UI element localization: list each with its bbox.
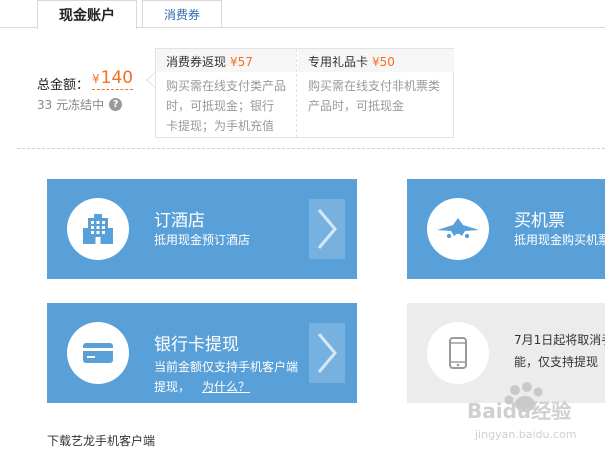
- currency-symbol: ¥: [92, 72, 100, 86]
- coupon-cashback-value: ¥57: [230, 55, 253, 69]
- gift-card-title: 专用礼品卡: [308, 55, 369, 69]
- desc-line: 购买需在线支付类产品: [166, 79, 287, 93]
- book-hotel-card[interactable]: 订酒店 抵用现金预订酒店: [47, 179, 357, 279]
- bank-card-subtitle: 当前金额仅支持手机客户端 提现， 为什么？: [154, 357, 298, 397]
- tab-cash-account[interactable]: 现金账户: [37, 0, 137, 29]
- mobile-phone-icon: [449, 337, 467, 369]
- total-amount-value[interactable]: ¥140: [92, 68, 134, 90]
- bank-icon-circle: [67, 322, 129, 384]
- frozen-amount-text: 33 元冻结中: [37, 98, 105, 112]
- airplane-icon: [437, 218, 479, 239]
- bank-card-line2-text: 提现，: [154, 380, 191, 394]
- hotel-card-title: 订酒店: [154, 211, 205, 231]
- desc-line: 产品时，可抵现金: [308, 99, 405, 113]
- coupon-cashback-desc: 购买需在线支付类产品 时，可抵现金；银行 卡提现；为手机充值: [156, 72, 296, 136]
- desc-line: 卡提现；为手机充值: [166, 119, 275, 133]
- bank-card-line1: 当前金额仅支持手机客户端: [154, 360, 299, 374]
- why-link[interactable]: 为什么？: [202, 380, 250, 394]
- coupon-cashback-panel: 消费券返现 ¥57 购买需在线支付类产品 时，可抵现金；银行 卡提现；为手机充值: [156, 49, 297, 137]
- desc-line: 购买需在线支付非机票类: [308, 79, 441, 93]
- hotel-card-subtitle: 抵用现金预订酒店: [154, 233, 251, 247]
- tab-coupons-label: 消费券: [163, 7, 200, 22]
- tab-coupons[interactable]: 消费券: [142, 0, 222, 28]
- bank-card-icon: [83, 343, 113, 363]
- hotel-building-icon: [83, 214, 113, 244]
- chevron-right-icon: [309, 199, 345, 259]
- coupon-cashback-header: 消费券返现 ¥57: [156, 49, 296, 72]
- flight-icon-circle: [427, 198, 489, 260]
- bank-withdraw-card[interactable]: 银行卡提现 当前金额仅支持手机客户端 提现， 为什么？: [47, 303, 357, 403]
- gift-card-panel: 专用礼品卡 ¥50 购买需在线支付非机票类 产品时，可抵现金: [298, 49, 454, 137]
- phone-recharge-card: 7月1日起将取消手 能，仅支持提现: [407, 303, 605, 403]
- coupon-cashback-title: 消费券返现: [166, 55, 227, 69]
- buy-flight-card[interactable]: 买机票 抵用现金购买机票: [407, 179, 605, 279]
- flight-card-title: 买机票: [514, 211, 565, 231]
- download-app-link[interactable]: 下载艺龙手机客户端: [47, 432, 155, 449]
- bank-card-title: 银行卡提现: [154, 335, 239, 355]
- frozen-amount: 33 元冻结中 ?: [37, 96, 123, 113]
- flight-card-subtitle: 抵用现金购买机票: [514, 233, 605, 247]
- hotel-icon-circle: [67, 198, 129, 260]
- balance-breakdown-box: 消费券返现 ¥57 购买需在线支付类产品 时，可抵现金；银行 卡提现；为手机充值 …: [155, 48, 454, 138]
- watermark-url: jingyan.baidu.com: [474, 428, 577, 441]
- phone-recharge-notice: 7月1日起将取消手 能，仅支持提现: [514, 329, 605, 373]
- section-divider: [17, 148, 605, 149]
- phone-notice-line2: 能，仅支持提现: [514, 355, 599, 369]
- amount-number: 140: [100, 68, 134, 88]
- help-icon[interactable]: ?: [109, 98, 123, 111]
- bank-card-line2: 提现， 为什么？: [154, 377, 298, 397]
- total-amount-label: 总金额：: [37, 78, 90, 93]
- gift-card-value: ¥50: [372, 55, 395, 69]
- gift-card-desc: 购买需在线支付非机票类 产品时，可抵现金: [298, 72, 454, 116]
- tab-cash-account-label: 现金账户: [59, 8, 115, 24]
- phone-notice-line1: 7月1日起将取消手: [514, 333, 605, 347]
- phone-icon-circle: [427, 322, 489, 384]
- desc-line: 时，可抵现金；银行: [166, 99, 275, 113]
- gift-card-header: 专用礼品卡 ¥50: [298, 49, 454, 72]
- chevron-right-icon: [309, 323, 345, 383]
